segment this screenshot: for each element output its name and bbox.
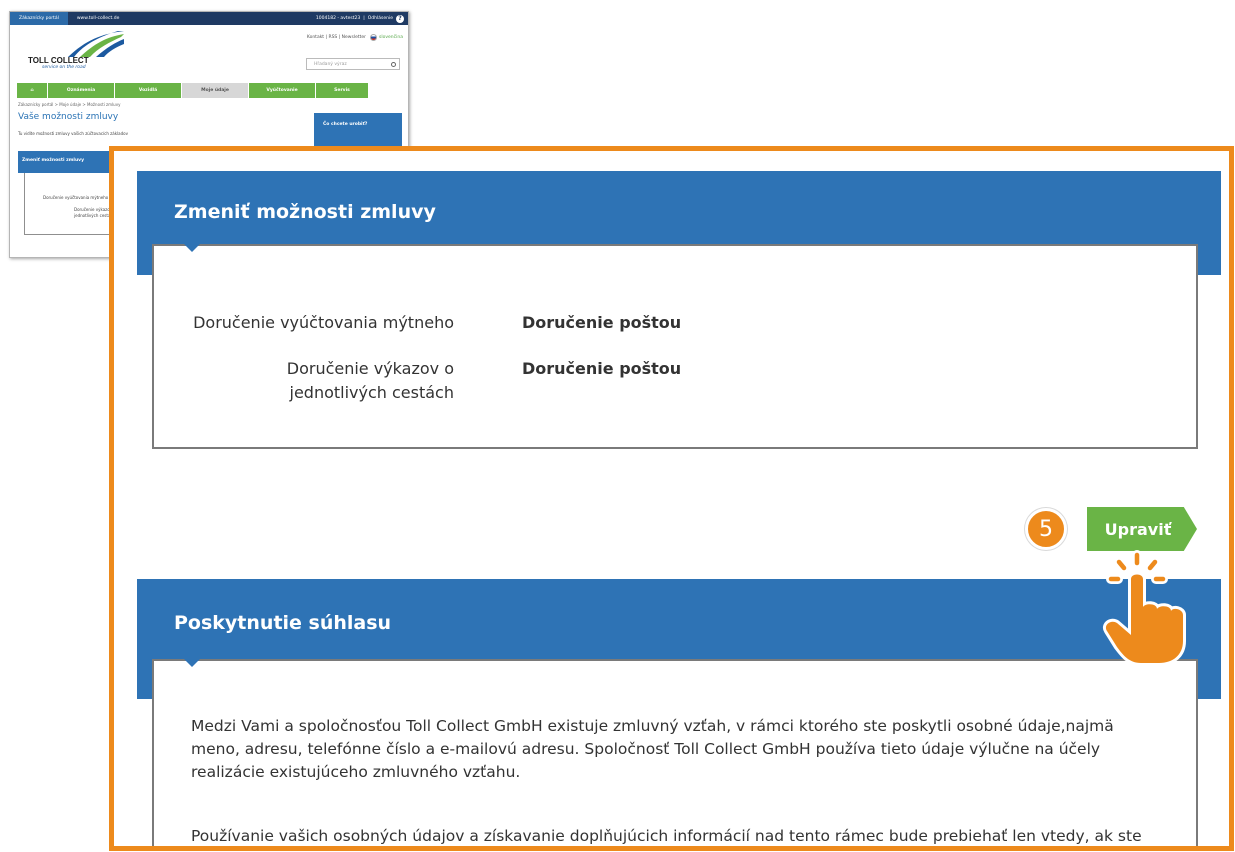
- consent-text-line: Používanie vašich osobných údajov a získ…: [191, 827, 1142, 845]
- nav-item[interactable]: Oznámenia: [48, 83, 114, 98]
- nav-item[interactable]: Servis: [316, 83, 368, 98]
- page-intro: Tu vidíte možnosti zmluvy vašich zúčtova…: [18, 131, 128, 136]
- logout-link[interactable]: Odhlásenie: [368, 16, 393, 21]
- edit-button-label: Upraviť: [1104, 519, 1172, 539]
- option-label-line1: Doručenie výkazov o: [286, 359, 454, 378]
- toll-collect-logo[interactable]: TOLL COLLECT service on the road: [28, 30, 128, 80]
- tab-customer-portal[interactable]: Zákaznícky portál: [10, 12, 68, 25]
- logo-tagline: service on the road: [42, 65, 86, 70]
- consent-text-line: meno, adresu, telefónne číslo a e-mailov…: [191, 740, 1101, 758]
- logo-road-icon: [68, 31, 124, 57]
- search-placeholder: Hľadaný výraz: [314, 61, 347, 67]
- pointing-hand-icon: [1103, 550, 1186, 666]
- consent-text-line: realizácie existujúceho zmluvného vzťahu…: [191, 763, 521, 781]
- main-nav: ⌂ Oznámenia Vozidlá Moje údaje Vyúčtovan…: [17, 83, 401, 98]
- nav-home[interactable]: ⌂: [17, 83, 47, 98]
- logo-name: TOLL COLLECT: [28, 56, 89, 65]
- contract-options-card: Doručenie vyúčtovania mýtneho Doručenie …: [152, 244, 1198, 449]
- home-icon: ⌂: [30, 88, 34, 93]
- tab-customer-portal-label: Zákaznícky portál: [19, 16, 59, 21]
- option-label-line2: jednotlivých cestách: [289, 383, 455, 402]
- search-icon[interactable]: [391, 61, 396, 67]
- user-id: 1004182 - avtest23: [315, 16, 361, 21]
- top-links[interactable]: Kontakt | RSS | Newsletter: [307, 35, 366, 40]
- panel-notch: [184, 244, 200, 252]
- consent-text-line: Medzi Vami a spoločnosťou Toll Collect G…: [191, 717, 1114, 735]
- language-label: slovenčina: [379, 35, 403, 40]
- option-value: Doručenie poštou: [522, 313, 682, 332]
- tab-website-label: www.toll-collect.de: [76, 16, 120, 21]
- option-value: Doručenie poštou: [522, 359, 682, 378]
- separator: |: [363, 16, 365, 21]
- mini-row-label: Doručenie vyúčtovania mýtneho: [43, 195, 109, 200]
- nav-item[interactable]: Vyúčtovanie: [249, 83, 315, 98]
- step-number-badge: 5: [1025, 508, 1067, 550]
- language-selector[interactable]: slovenčina: [370, 34, 403, 41]
- section-title: Zmeniť možnosti zmluvy: [174, 201, 436, 223]
- consent-card: Medzi Vami a spoločnosťou Toll Collect G…: [152, 659, 1198, 846]
- zoom-callout: Zmeniť možnosti zmluvy Doručenie vyúčtov…: [109, 146, 1234, 851]
- nav-item-selected[interactable]: Moje údaje: [182, 83, 248, 98]
- option-label: Doručenie vyúčtovania mýtneho: [193, 313, 454, 332]
- consent-paragraph-1: Medzi Vami a spoločnosťou Toll Collect G…: [191, 715, 1191, 784]
- top-bar: Zákaznícky portál www.toll-collect.de 10…: [10, 12, 408, 25]
- section-title: Poskytnutie súhlasu: [174, 612, 392, 634]
- panel-notch: [184, 659, 200, 667]
- consent-paragraph-2: Používanie vašich osobných údajov a získ…: [191, 825, 1191, 846]
- flag-icon: [370, 34, 378, 41]
- breadcrumb: Zákaznícky portál > Moje údaje > Možnost…: [18, 102, 121, 107]
- search-input[interactable]: Hľadaný výraz: [306, 58, 400, 70]
- page-title: Vaše možnosti zmluvy: [18, 112, 119, 122]
- edit-button[interactable]: Upraviť: [1087, 507, 1197, 551]
- help-icon[interactable]: ?: [396, 14, 404, 23]
- nav-item[interactable]: Vozidlá: [115, 83, 181, 98]
- sidebar-header: Čo chcete urobiť?: [314, 113, 402, 147]
- tab-website[interactable]: www.toll-collect.de: [68, 12, 129, 25]
